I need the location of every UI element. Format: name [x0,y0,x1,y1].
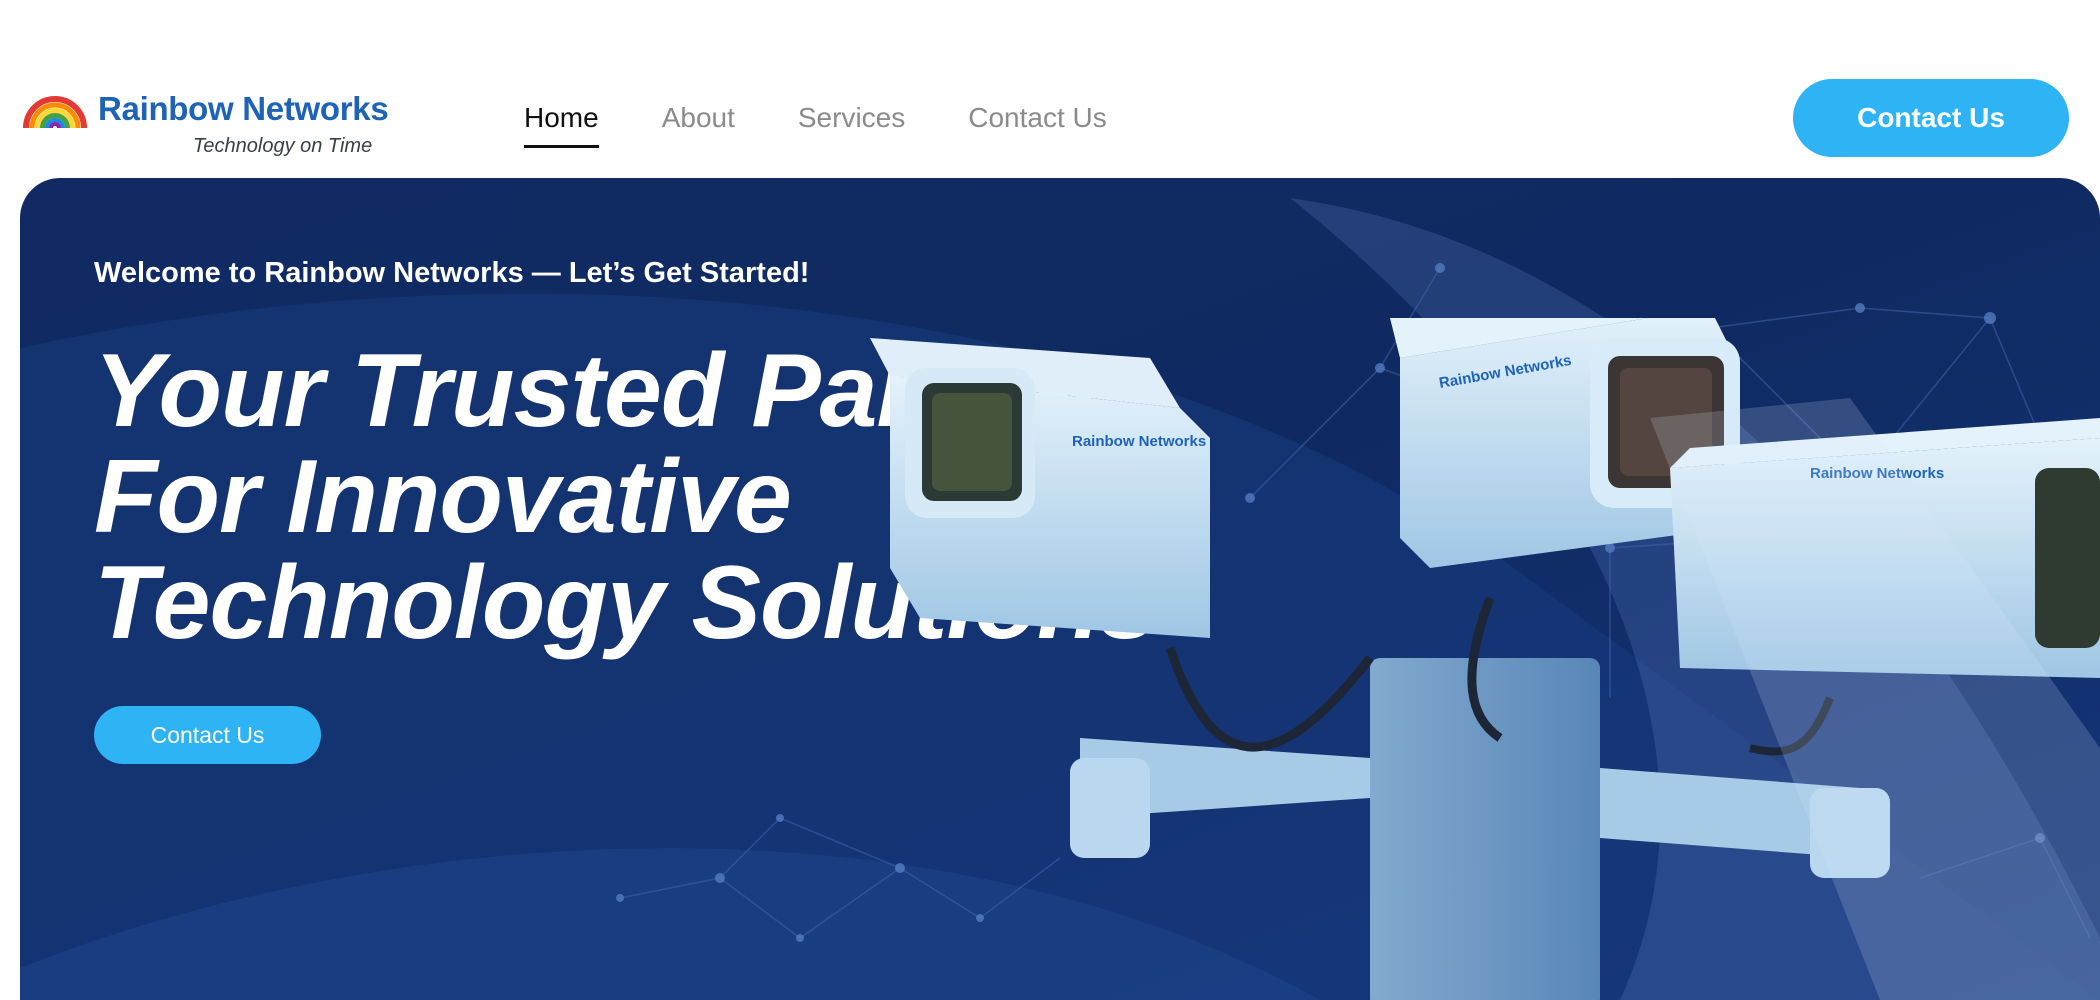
nav-item-home[interactable]: Home [524,100,599,148]
header-contact-button[interactable]: Contact Us [1793,79,2069,157]
hero-contact-button[interactable]: Contact Us [94,706,321,764]
nav-item-services[interactable]: Services [798,100,905,144]
nav-item-contact-us[interactable]: Contact Us [968,100,1107,144]
hero-section: Welcome to Rainbow Networks — Let’s Get … [20,178,2100,1000]
camera-left: Rainbow Networks [870,338,1210,638]
brand-name: Rainbow Networks [98,90,389,127]
hero-welcome-text: Welcome to Rainbow Networks — Let’s Get … [94,257,810,289]
brand-logo[interactable]: Rainbow Networks Technology on Time [20,80,389,166]
rainbow-logo-icon [23,96,87,129]
svg-text:Rainbow Networks: Rainbow Networks [1072,433,1206,450]
security-camera-icon: Rainbow Networks Rainbow Networks Rainbo… [870,318,2100,1000]
nav-item-about[interactable]: About [662,100,735,144]
main-nav: Home About Services Contact Us [524,100,1107,148]
site-header: Rainbow Networks Technology on Time Home… [0,0,2100,178]
brand-tagline: Technology on Time [193,135,373,157]
